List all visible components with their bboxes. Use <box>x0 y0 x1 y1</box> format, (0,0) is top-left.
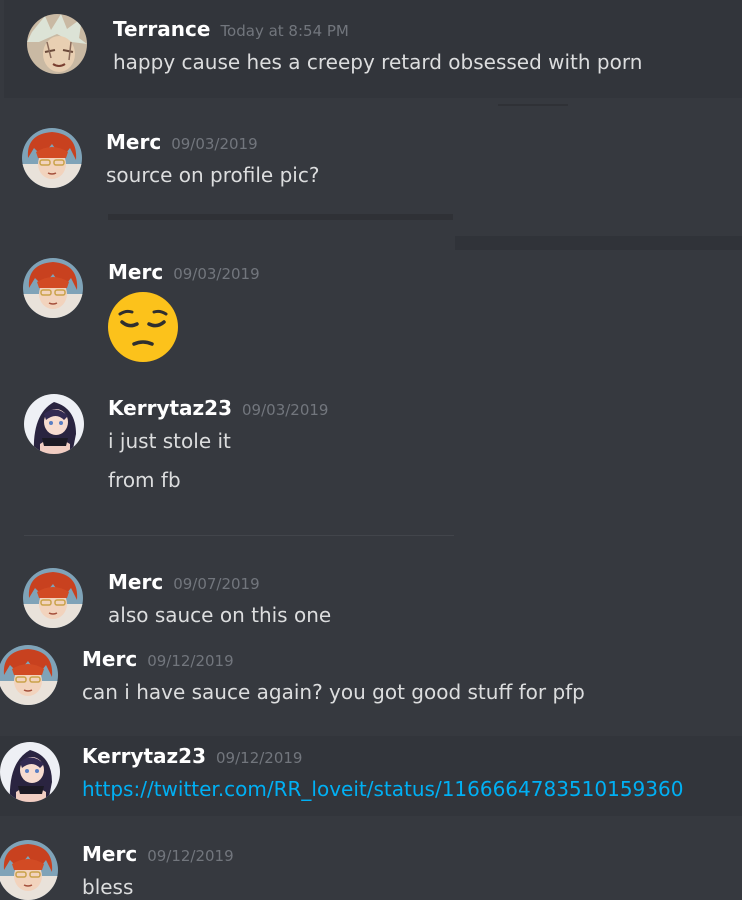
timestamp: 09/12/2019 <box>147 652 234 670</box>
message-text: can i have sauce again? you got good stu… <box>82 680 585 704</box>
pensive-face-emoji[interactable] <box>106 290 180 364</box>
message-link[interactable]: https://twitter.com/RR_loveit/status/116… <box>82 776 683 802</box>
message-header: Merc 09/12/2019 <box>82 841 234 869</box>
username[interactable]: Kerrytaz23 <box>82 744 206 768</box>
message-header: Merc 09/12/2019 <box>82 646 234 674</box>
timestamp: 09/03/2019 <box>242 401 329 419</box>
merc-avatar[interactable] <box>22 128 82 188</box>
message-text: source on profile pic? <box>106 163 320 187</box>
timestamp: 09/03/2019 <box>173 265 260 283</box>
username[interactable]: Merc <box>82 842 137 866</box>
merc-avatar[interactable] <box>0 645 58 705</box>
divider <box>108 214 453 220</box>
message-text: happy cause hes a creepy retard obsessed… <box>113 50 643 74</box>
terrance-avatar[interactable] <box>27 14 87 74</box>
message-header: Terrance Today at 8:54 PM <box>113 16 349 44</box>
timestamp: 09/12/2019 <box>147 847 234 865</box>
kerrytaz-avatar[interactable] <box>24 394 84 454</box>
message-text: also sauce on this one <box>108 603 332 627</box>
username[interactable]: Kerrytaz23 <box>108 396 232 420</box>
kerrytaz-avatar[interactable] <box>0 742 60 802</box>
username[interactable]: Terrance <box>113 17 210 41</box>
merc-avatar[interactable] <box>0 840 58 900</box>
message-header: Merc 09/07/2019 <box>108 569 260 597</box>
timestamp: 09/07/2019 <box>173 575 260 593</box>
timestamp: 09/03/2019 <box>171 135 258 153</box>
username[interactable]: Merc <box>106 130 161 154</box>
merc-avatar[interactable] <box>23 568 83 628</box>
username[interactable]: Merc <box>82 647 137 671</box>
message-text: bless <box>82 875 134 899</box>
message-header: Kerrytaz23 09/03/2019 <box>108 395 328 423</box>
divider <box>24 535 454 536</box>
message-backdrop <box>455 236 742 250</box>
message-header: Merc 09/03/2019 <box>106 129 258 157</box>
merc-avatar[interactable] <box>23 258 83 318</box>
divider <box>498 104 568 106</box>
username[interactable]: Merc <box>108 260 163 284</box>
timestamp: Today at 8:54 PM <box>220 22 349 40</box>
message-header: Merc 09/03/2019 <box>108 259 260 287</box>
timestamp: 09/12/2019 <box>216 749 303 767</box>
message-text: from fb <box>108 468 181 492</box>
message-header: Kerrytaz23 09/12/2019 <box>82 743 302 771</box>
username[interactable]: Merc <box>108 570 163 594</box>
message-text: i just stole it <box>108 429 231 453</box>
